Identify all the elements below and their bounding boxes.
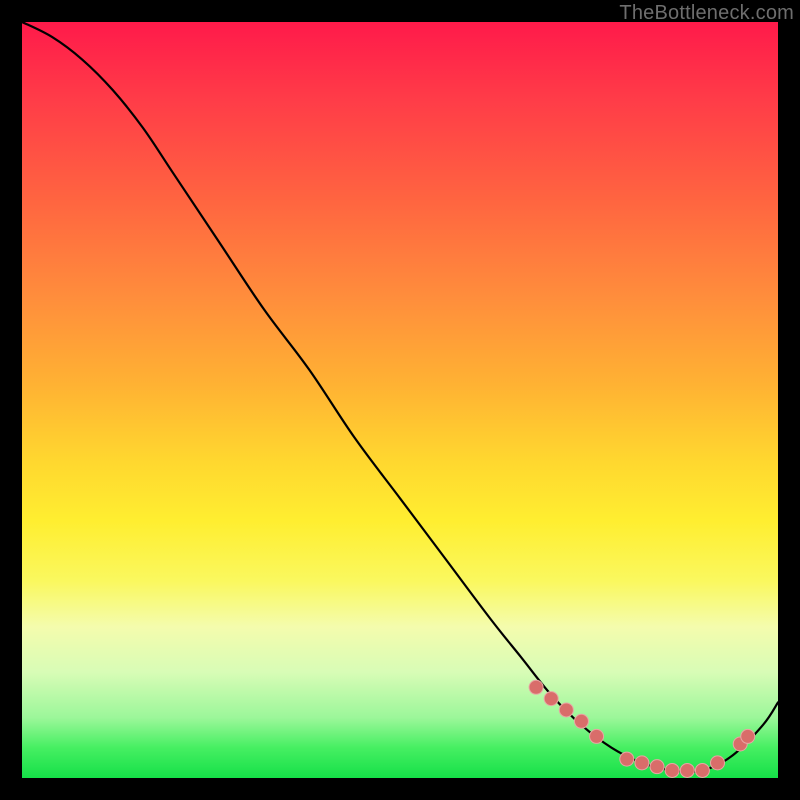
chart-stage: TheBottleneck.com xyxy=(0,0,800,800)
highlight-dots-group xyxy=(529,680,755,777)
highlight-dot xyxy=(574,714,588,728)
highlight-dot xyxy=(590,729,604,743)
plot-area xyxy=(22,22,778,778)
highlight-dot xyxy=(635,756,649,770)
highlight-dot xyxy=(650,760,664,774)
highlight-dot xyxy=(711,756,725,770)
highlight-dot xyxy=(665,763,679,777)
highlight-dot xyxy=(680,763,694,777)
dots-layer xyxy=(22,22,778,778)
highlight-dot xyxy=(529,680,543,694)
highlight-dot xyxy=(741,729,755,743)
highlight-dot xyxy=(544,692,558,706)
highlight-dot xyxy=(695,763,709,777)
highlight-dot xyxy=(559,703,573,717)
highlight-dot xyxy=(620,752,634,766)
